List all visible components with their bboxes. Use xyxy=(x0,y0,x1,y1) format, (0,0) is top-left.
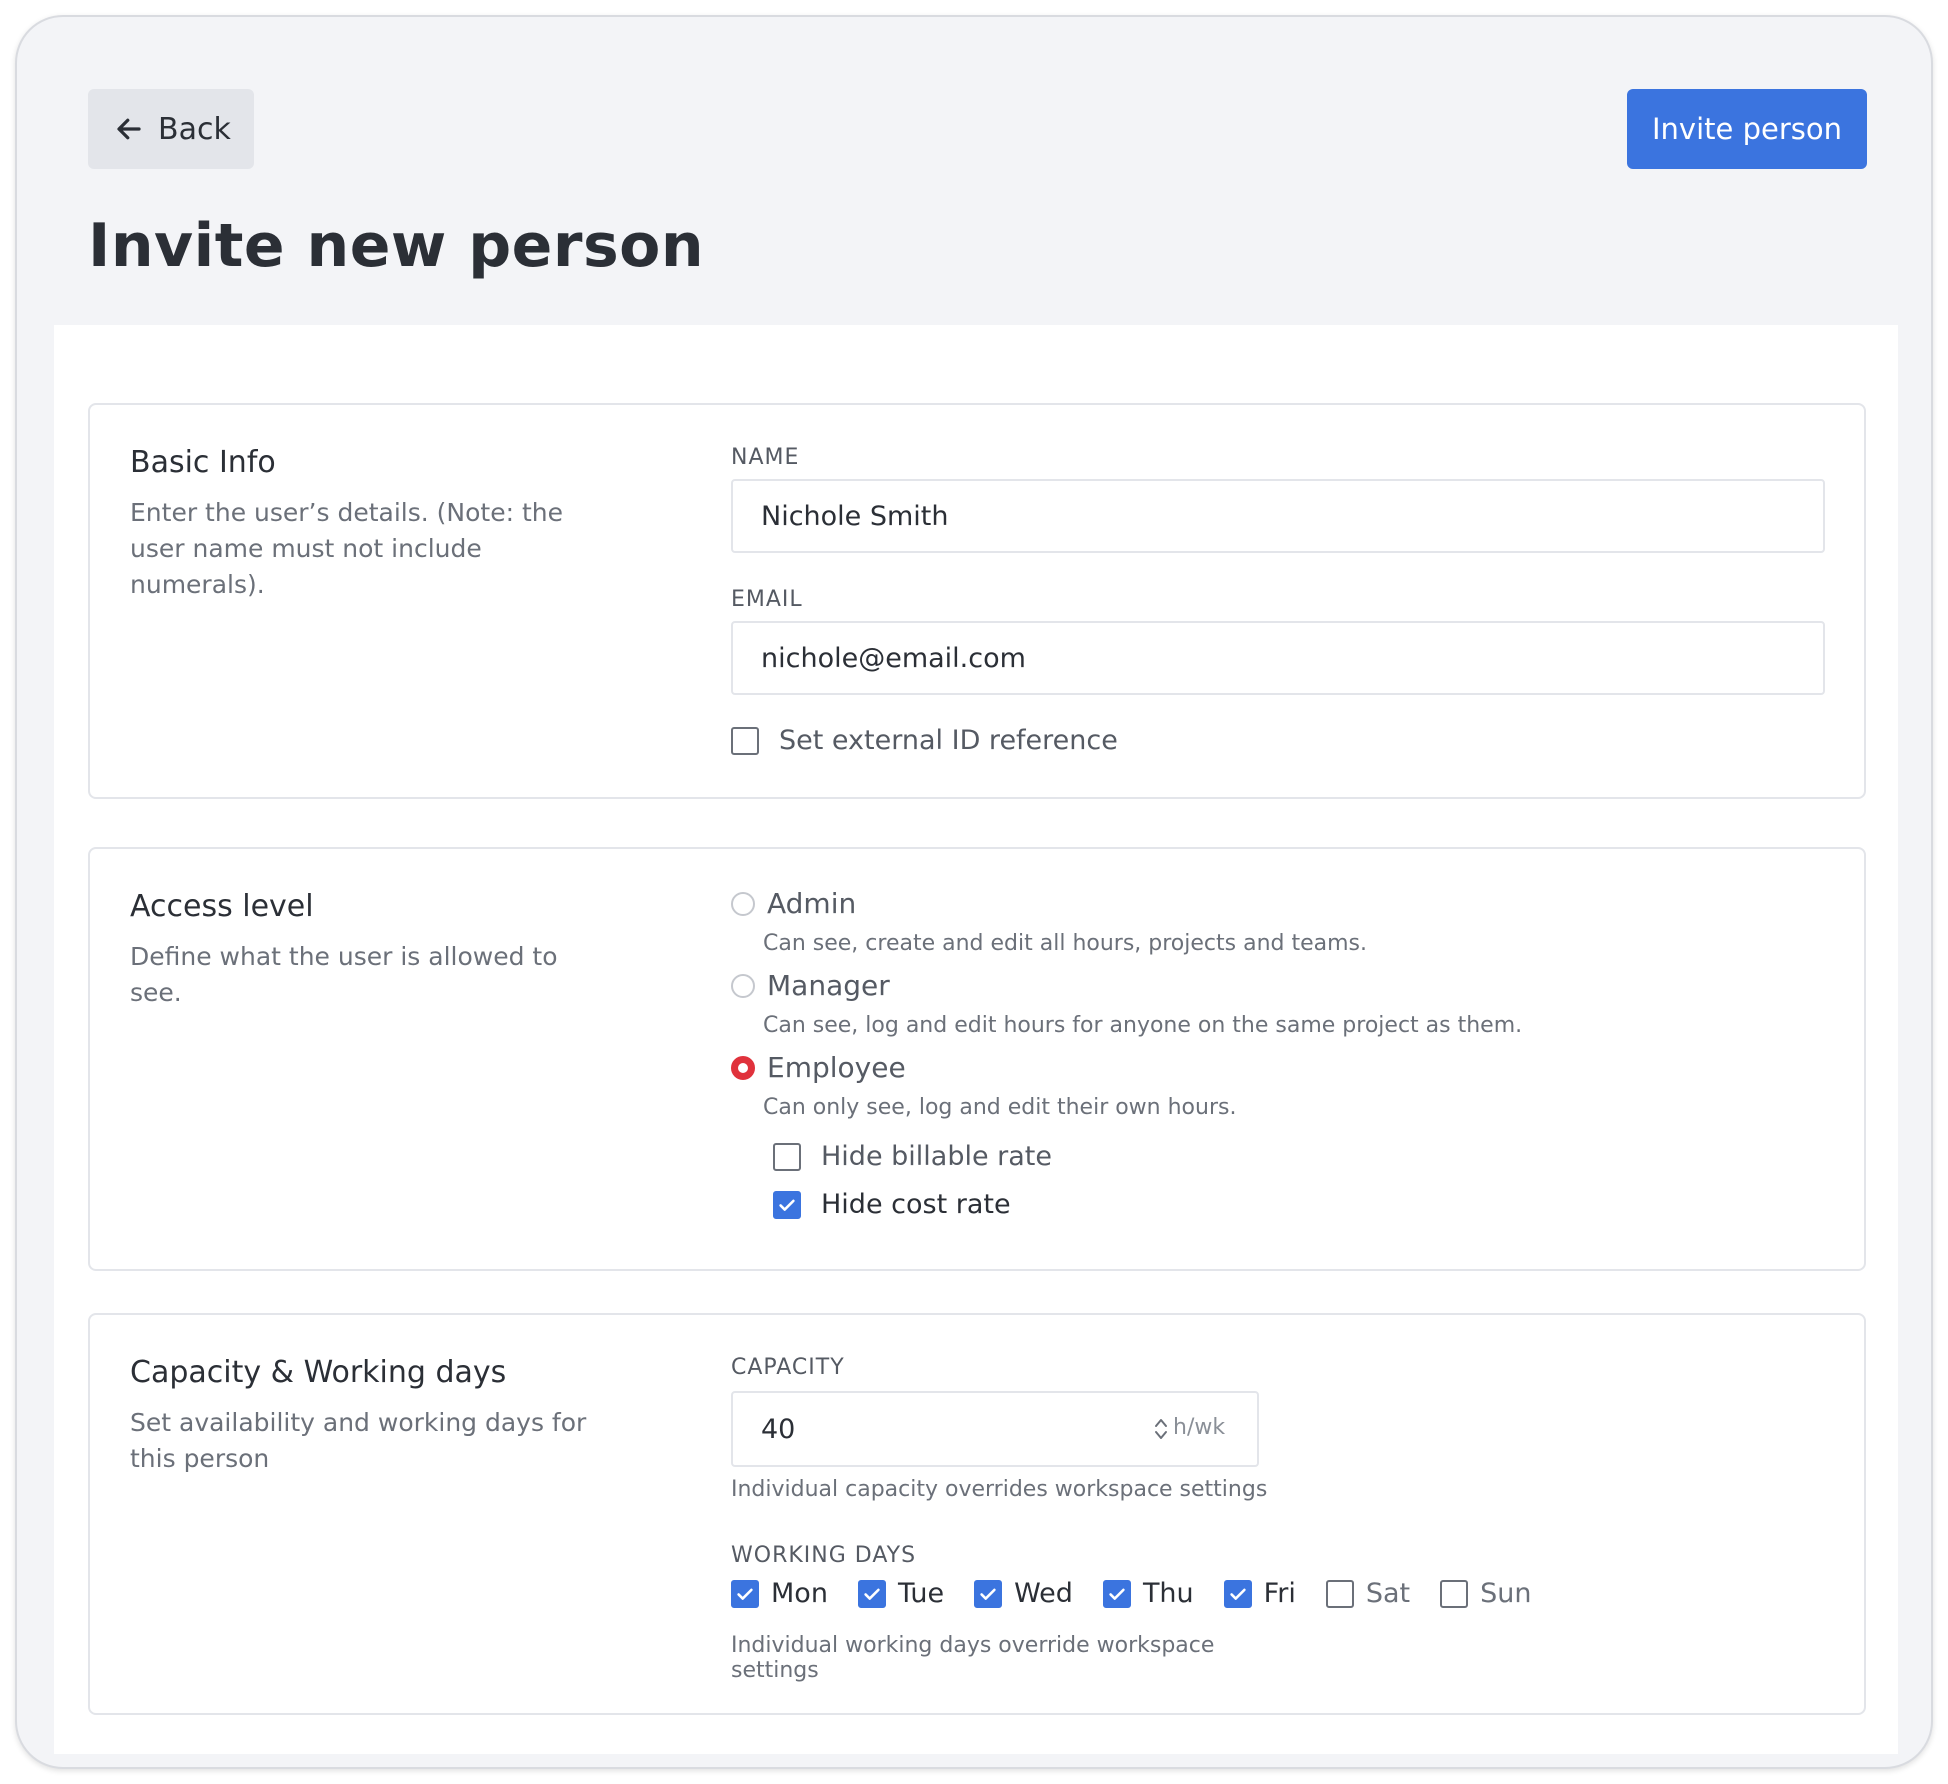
day-label: Fri xyxy=(1263,1578,1296,1609)
page-title: Invite new person xyxy=(88,211,705,281)
radio-admin-description: Can see, create and edit all hours, proj… xyxy=(763,931,1368,956)
capacity-unit: h/wk xyxy=(1173,1415,1226,1440)
hide-cost-rate-label: Hide cost rate xyxy=(821,1189,1011,1220)
day-label: Wed xyxy=(1014,1578,1073,1609)
day-label: Thu xyxy=(1142,1578,1194,1609)
day-label: Tue xyxy=(897,1578,945,1609)
capacity-description: Set availability and working days for th… xyxy=(130,1408,587,1473)
form-content: Basic Info Enter the user’s details. (No… xyxy=(54,325,1898,1754)
day-label: Sun xyxy=(1480,1578,1532,1609)
basic-info-title: Basic Info xyxy=(130,445,276,480)
radio-selected-icon xyxy=(731,1055,755,1080)
capacity-title: Capacity & Working days xyxy=(130,1355,507,1390)
radio-admin[interactable]: Admin xyxy=(731,887,856,920)
invite-person-button[interactable]: Invite person xyxy=(1627,89,1867,169)
hide-billable-rate-checkbox[interactable]: Hide billable rate xyxy=(773,1141,1052,1172)
hide-billable-rate-label: Hide billable rate xyxy=(821,1141,1053,1172)
capacity-help-text: Individual capacity overrides workspace … xyxy=(731,1477,1268,1502)
radio-manager[interactable]: Manager xyxy=(731,969,890,1002)
radio-manager-label: Manager xyxy=(767,969,890,1002)
basic-info-card: Basic Info Enter the user’s details. (No… xyxy=(88,403,1866,799)
back-button[interactable]: Back xyxy=(88,89,254,169)
day-tue-checkbox[interactable]: Tue xyxy=(857,1578,945,1609)
day-sat-checkbox[interactable]: Sat xyxy=(1325,1578,1411,1609)
radio-unselected-icon xyxy=(731,891,755,916)
checkbox-unchecked-icon xyxy=(731,726,759,755)
checkbox-unchecked-icon xyxy=(1440,1579,1469,1608)
day-wed-checkbox[interactable]: Wed xyxy=(974,1578,1073,1609)
external-id-label: Set external ID reference xyxy=(779,725,1118,756)
hide-cost-rate-checkbox[interactable]: Hide cost rate xyxy=(773,1189,1011,1220)
day-mon-checkbox[interactable]: Mon xyxy=(731,1578,828,1609)
checkbox-checked-icon xyxy=(731,1579,759,1608)
access-level-card: Access level Define what the user is all… xyxy=(88,847,1866,1271)
capacity-input[interactable] xyxy=(733,1393,1133,1465)
basic-info-description: Enter the user’s details. (Note: the use… xyxy=(130,498,563,599)
checkbox-unchecked-icon xyxy=(1325,1579,1354,1608)
checkbox-unchecked-icon xyxy=(773,1142,801,1171)
checkbox-checked-icon xyxy=(773,1190,801,1219)
email-input[interactable] xyxy=(731,621,1825,695)
capacity-card: Capacity & Working days Set availability… xyxy=(88,1313,1866,1715)
email-label: EMAIL xyxy=(731,587,803,612)
name-input[interactable] xyxy=(731,479,1825,553)
checkbox-checked-icon xyxy=(974,1579,1003,1608)
working-days-help-text: Individual working days override workspa… xyxy=(731,1633,1215,1683)
working-days-label: WORKING DAYS xyxy=(731,1543,917,1568)
radio-employee-description: Can only see, log and edit their own hou… xyxy=(763,1095,1237,1120)
app-window: Back Invite person Invite new person Bas… xyxy=(15,15,1933,1769)
capacity-label: CAPACITY xyxy=(731,1355,845,1380)
day-fri-checkbox[interactable]: Fri xyxy=(1223,1578,1296,1609)
day-label: Mon xyxy=(771,1578,828,1609)
day-thu-checkbox[interactable]: Thu xyxy=(1102,1578,1194,1609)
arrow-left-icon xyxy=(117,118,141,140)
access-level-title: Access level xyxy=(130,889,314,924)
name-label: NAME xyxy=(731,445,800,470)
access-level-description: Define what the user is allowed to see. xyxy=(130,942,558,1007)
checkbox-checked-icon xyxy=(1102,1579,1131,1608)
radio-manager-description: Can see, log and edit hours for anyone o… xyxy=(763,1013,1523,1038)
day-sun-checkbox[interactable]: Sun xyxy=(1440,1578,1531,1609)
radio-employee-label: Employee xyxy=(767,1051,906,1084)
checkbox-checked-icon xyxy=(857,1579,886,1608)
day-label: Sat xyxy=(1365,1578,1411,1609)
radio-employee[interactable]: Employee xyxy=(731,1051,906,1084)
radio-unselected-icon xyxy=(731,973,755,998)
back-button-label: Back xyxy=(158,111,231,147)
capacity-field: h/wk xyxy=(731,1391,1259,1467)
external-id-checkbox[interactable]: Set external ID reference xyxy=(731,725,1118,756)
checkbox-checked-icon xyxy=(1223,1579,1252,1608)
radio-admin-label: Admin xyxy=(767,887,857,920)
working-days-row: Mon Tue Wed Thu Fri Sat Sun xyxy=(731,1578,1561,1609)
stepper-icon[interactable] xyxy=(1153,1415,1169,1443)
